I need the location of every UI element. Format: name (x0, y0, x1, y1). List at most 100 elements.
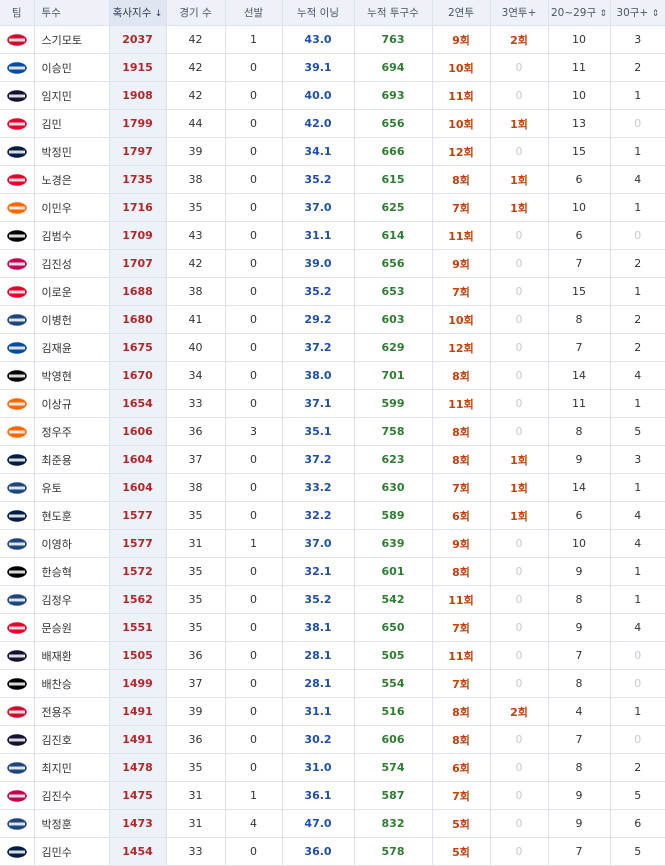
pitches: 542 (354, 585, 433, 614)
pitch-30-plus: 1 (610, 137, 665, 166)
team-logo-icon (6, 285, 28, 298)
pitches: 587 (354, 781, 433, 810)
starts: 0 (225, 109, 283, 138)
three-day-count: 1회 (490, 445, 549, 474)
pitches: 694 (354, 53, 433, 82)
starts: 0 (225, 473, 283, 502)
starts: 0 (225, 277, 283, 306)
innings: 35.2 (282, 277, 355, 306)
table-row[interactable]: 스기모토 2037 42 1 43.0 763 9회 2회 10 3 (0, 25, 665, 54)
strain-index: 1473 (109, 809, 167, 838)
table-row[interactable]: 유토 1604 38 0 33.2 630 7회 1회 14 1 (0, 473, 665, 502)
table-row[interactable]: 이로운 1688 38 0 35.2 653 7회 0 15 1 (0, 277, 665, 306)
starts: 0 (225, 361, 283, 390)
starts: 0 (225, 137, 283, 166)
starts: 3 (225, 417, 283, 446)
table-row[interactable]: 이상규 1654 33 0 37.1 599 11회 0 11 1 (0, 389, 665, 418)
games: 36 (166, 417, 226, 446)
table-row[interactable]: 임지민 1908 42 0 40.0 693 11회 0 10 1 (0, 81, 665, 110)
table-row[interactable]: 김범수 1709 43 0 31.1 614 11회 0 6 0 (0, 221, 665, 250)
pitch-20-29: 13 (548, 109, 611, 138)
table-row[interactable]: 이영하 1577 31 1 37.0 639 9회 0 10 4 (0, 529, 665, 558)
pitch-20-29: 8 (548, 305, 611, 334)
table-row[interactable]: 박정민 1797 39 0 34.1 666 12회 0 15 1 (0, 137, 665, 166)
table-row[interactable]: 김민수 1454 33 0 36.0 578 5회 0 7 5 (0, 837, 665, 866)
pitch-20-29: 7 (548, 837, 611, 866)
table-row[interactable]: 이병헌 1680 41 0 29.2 603 10회 0 8 2 (0, 305, 665, 334)
team-logo-icon (6, 677, 28, 690)
starts: 0 (225, 305, 283, 334)
table-row[interactable]: 정우주 1606 36 3 35.1 758 8회 0 8 5 (0, 417, 665, 446)
three-day-count: 0 (490, 837, 549, 866)
header-30-plus-pitches[interactable]: 30구+ ⇕ (610, 0, 665, 26)
header-20-29-pitches[interactable]: 20~29구 ⇕ (548, 0, 611, 26)
pitch-30-plus: 4 (610, 165, 665, 194)
pitch-30-plus: 0 (610, 109, 665, 138)
three-day-count: 0 (490, 613, 549, 642)
strain-index: 1491 (109, 725, 167, 754)
strain-index: 1551 (109, 613, 167, 642)
pitches: 505 (354, 641, 433, 670)
pitch-20-29: 9 (548, 557, 611, 586)
header-team[interactable]: 팀 (0, 0, 35, 26)
pitch-20-29: 9 (548, 781, 611, 810)
table-row[interactable]: 현도훈 1577 35 0 32.2 589 6회 1회 6 4 (0, 501, 665, 530)
two-day-count: 8회 (432, 697, 491, 726)
team-logo-icon (6, 649, 28, 662)
header-row: 팀 투수 혹사지수 ↓ 경기 수 선발 누적 이닝 누적 투구수 2연투 3연투… (0, 0, 665, 26)
innings: 37.2 (282, 333, 355, 362)
table-row[interactable]: 배재환 1505 36 0 28.1 505 11회 0 7 0 (0, 641, 665, 670)
table-row[interactable]: 노경은 1735 38 0 35.2 615 8회 1회 6 4 (0, 165, 665, 194)
table-row[interactable]: 김민 1799 44 0 42.0 656 10회 1회 13 0 (0, 109, 665, 138)
table-row[interactable]: 문승원 1551 35 0 38.1 650 7회 0 9 4 (0, 613, 665, 642)
team-logo-cell (0, 417, 35, 446)
pitches: 603 (354, 305, 433, 334)
header-two-day[interactable]: 2연투 (432, 0, 491, 26)
pitches: 623 (354, 445, 433, 474)
pitcher-name: 박영현 (34, 361, 110, 390)
games: 34 (166, 361, 226, 390)
table-row[interactable]: 배찬승 1499 37 0 28.1 554 7회 0 8 0 (0, 669, 665, 698)
sort-desc-icon: ↓ (154, 9, 163, 19)
two-day-count: 8회 (432, 165, 491, 194)
table-row[interactable]: 김정우 1562 35 0 35.2 542 11회 0 8 1 (0, 585, 665, 614)
table-row[interactable]: 김진수 1475 31 1 36.1 587 7회 0 9 5 (0, 781, 665, 810)
games: 31 (166, 529, 226, 558)
pitch-30-plus: 1 (610, 389, 665, 418)
strain-index: 1797 (109, 137, 167, 166)
starts: 0 (225, 333, 283, 362)
team-logo-cell (0, 753, 35, 782)
table-row[interactable]: 김재윤 1675 40 0 37.2 629 12회 0 7 2 (0, 333, 665, 362)
header-games[interactable]: 경기 수 (166, 0, 226, 26)
table-row[interactable]: 김진호 1491 36 0 30.2 606 8회 0 7 0 (0, 725, 665, 754)
innings: 33.2 (282, 473, 355, 502)
pitches: 639 (354, 529, 433, 558)
table-row[interactable]: 박영현 1670 34 0 38.0 701 8회 0 14 4 (0, 361, 665, 390)
pitch-30-plus: 1 (610, 585, 665, 614)
table-row[interactable]: 전용주 1491 39 0 31.1 516 8회 2회 4 1 (0, 697, 665, 726)
header-starts[interactable]: 선발 (225, 0, 283, 26)
starts: 0 (225, 641, 283, 670)
two-day-count: 5회 (432, 809, 491, 838)
table-row[interactable]: 최지민 1478 35 0 31.0 574 6회 0 8 2 (0, 753, 665, 782)
pitcher-name: 스기모토 (34, 25, 110, 54)
header-innings[interactable]: 누적 이닝 (282, 0, 355, 26)
header-pitches[interactable]: 누적 투구수 (354, 0, 433, 26)
pitches: 625 (354, 193, 433, 222)
header-pitcher[interactable]: 투수 (34, 0, 110, 26)
table-row[interactable]: 이민우 1716 35 0 37.0 625 7회 1회 10 1 (0, 193, 665, 222)
table-row[interactable]: 김진성 1707 42 0 39.0 656 9회 0 7 2 (0, 249, 665, 278)
pitcher-name: 현도훈 (34, 501, 110, 530)
table-row[interactable]: 최준용 1604 37 0 37.2 623 8회 1회 9 3 (0, 445, 665, 474)
strain-index: 1799 (109, 109, 167, 138)
header-strain-index[interactable]: 혹사지수 ↓ (109, 0, 167, 26)
table-row[interactable]: 이승민 1915 42 0 39.1 694 10회 0 11 2 (0, 53, 665, 82)
three-day-count: 0 (490, 53, 549, 82)
table-row[interactable]: 박정훈 1473 31 4 47.0 832 5회 0 9 6 (0, 809, 665, 838)
games: 38 (166, 277, 226, 306)
header-three-day[interactable]: 3연투+ (490, 0, 549, 26)
pitcher-name: 김재윤 (34, 333, 110, 362)
table-row[interactable]: 한승혁 1572 35 0 32.1 601 8회 0 9 1 (0, 557, 665, 586)
pitch-30-plus: 4 (610, 613, 665, 642)
innings: 32.2 (282, 501, 355, 530)
